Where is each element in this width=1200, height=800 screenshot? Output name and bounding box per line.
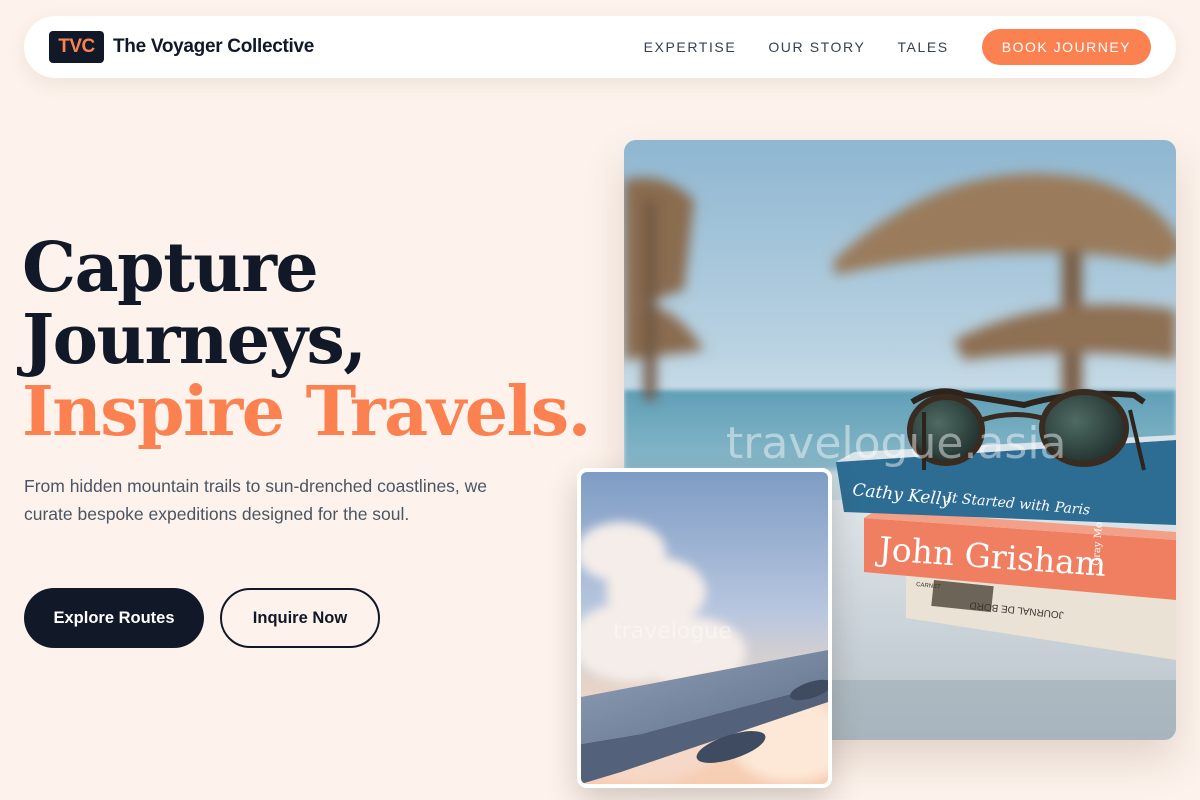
inquire-now-button[interactable]: Inquire Now <box>220 588 380 648</box>
headline-line-1: Capture <box>22 228 319 308</box>
brand[interactable]: TVC The Voyager Collective <box>49 31 314 63</box>
nav-links: EXPERTISE OUR STORY TALES BOOK JOURNEY <box>644 29 1151 65</box>
airplane-wing-illustration: travelogue <box>581 472 828 784</box>
explore-routes-button[interactable]: Explore Routes <box>24 588 204 648</box>
headline-line-2: Journeys, <box>22 300 367 380</box>
headline-accent: Inspire Travels. <box>22 372 591 452</box>
nav-link-expertise[interactable]: EXPERTISE <box>644 39 737 55</box>
small-photo-watermark: travelogue <box>613 619 732 644</box>
brand-name[interactable]: The Voyager Collective <box>113 36 314 58</box>
brand-logo[interactable]: TVC <box>49 31 104 63</box>
hero-headline: Capture Journeys, Inspire Travels. <box>22 228 591 452</box>
hero-photo-airplane-wing: travelogue <box>577 468 832 788</box>
main-photo-watermark: travelogue.asia <box>726 418 1067 469</box>
book-journey-button[interactable]: BOOK JOURNEY <box>981 29 1151 65</box>
hero-subtext: From hidden mountain trails to sun-drenc… <box>24 476 488 524</box>
nav-link-our-story[interactable]: OUR STORY <box>768 39 865 55</box>
top-navigation-bar: TVC The Voyager Collective EXPERTISE OUR… <box>24 16 1176 78</box>
nav-link-tales[interactable]: TALES <box>897 39 948 55</box>
